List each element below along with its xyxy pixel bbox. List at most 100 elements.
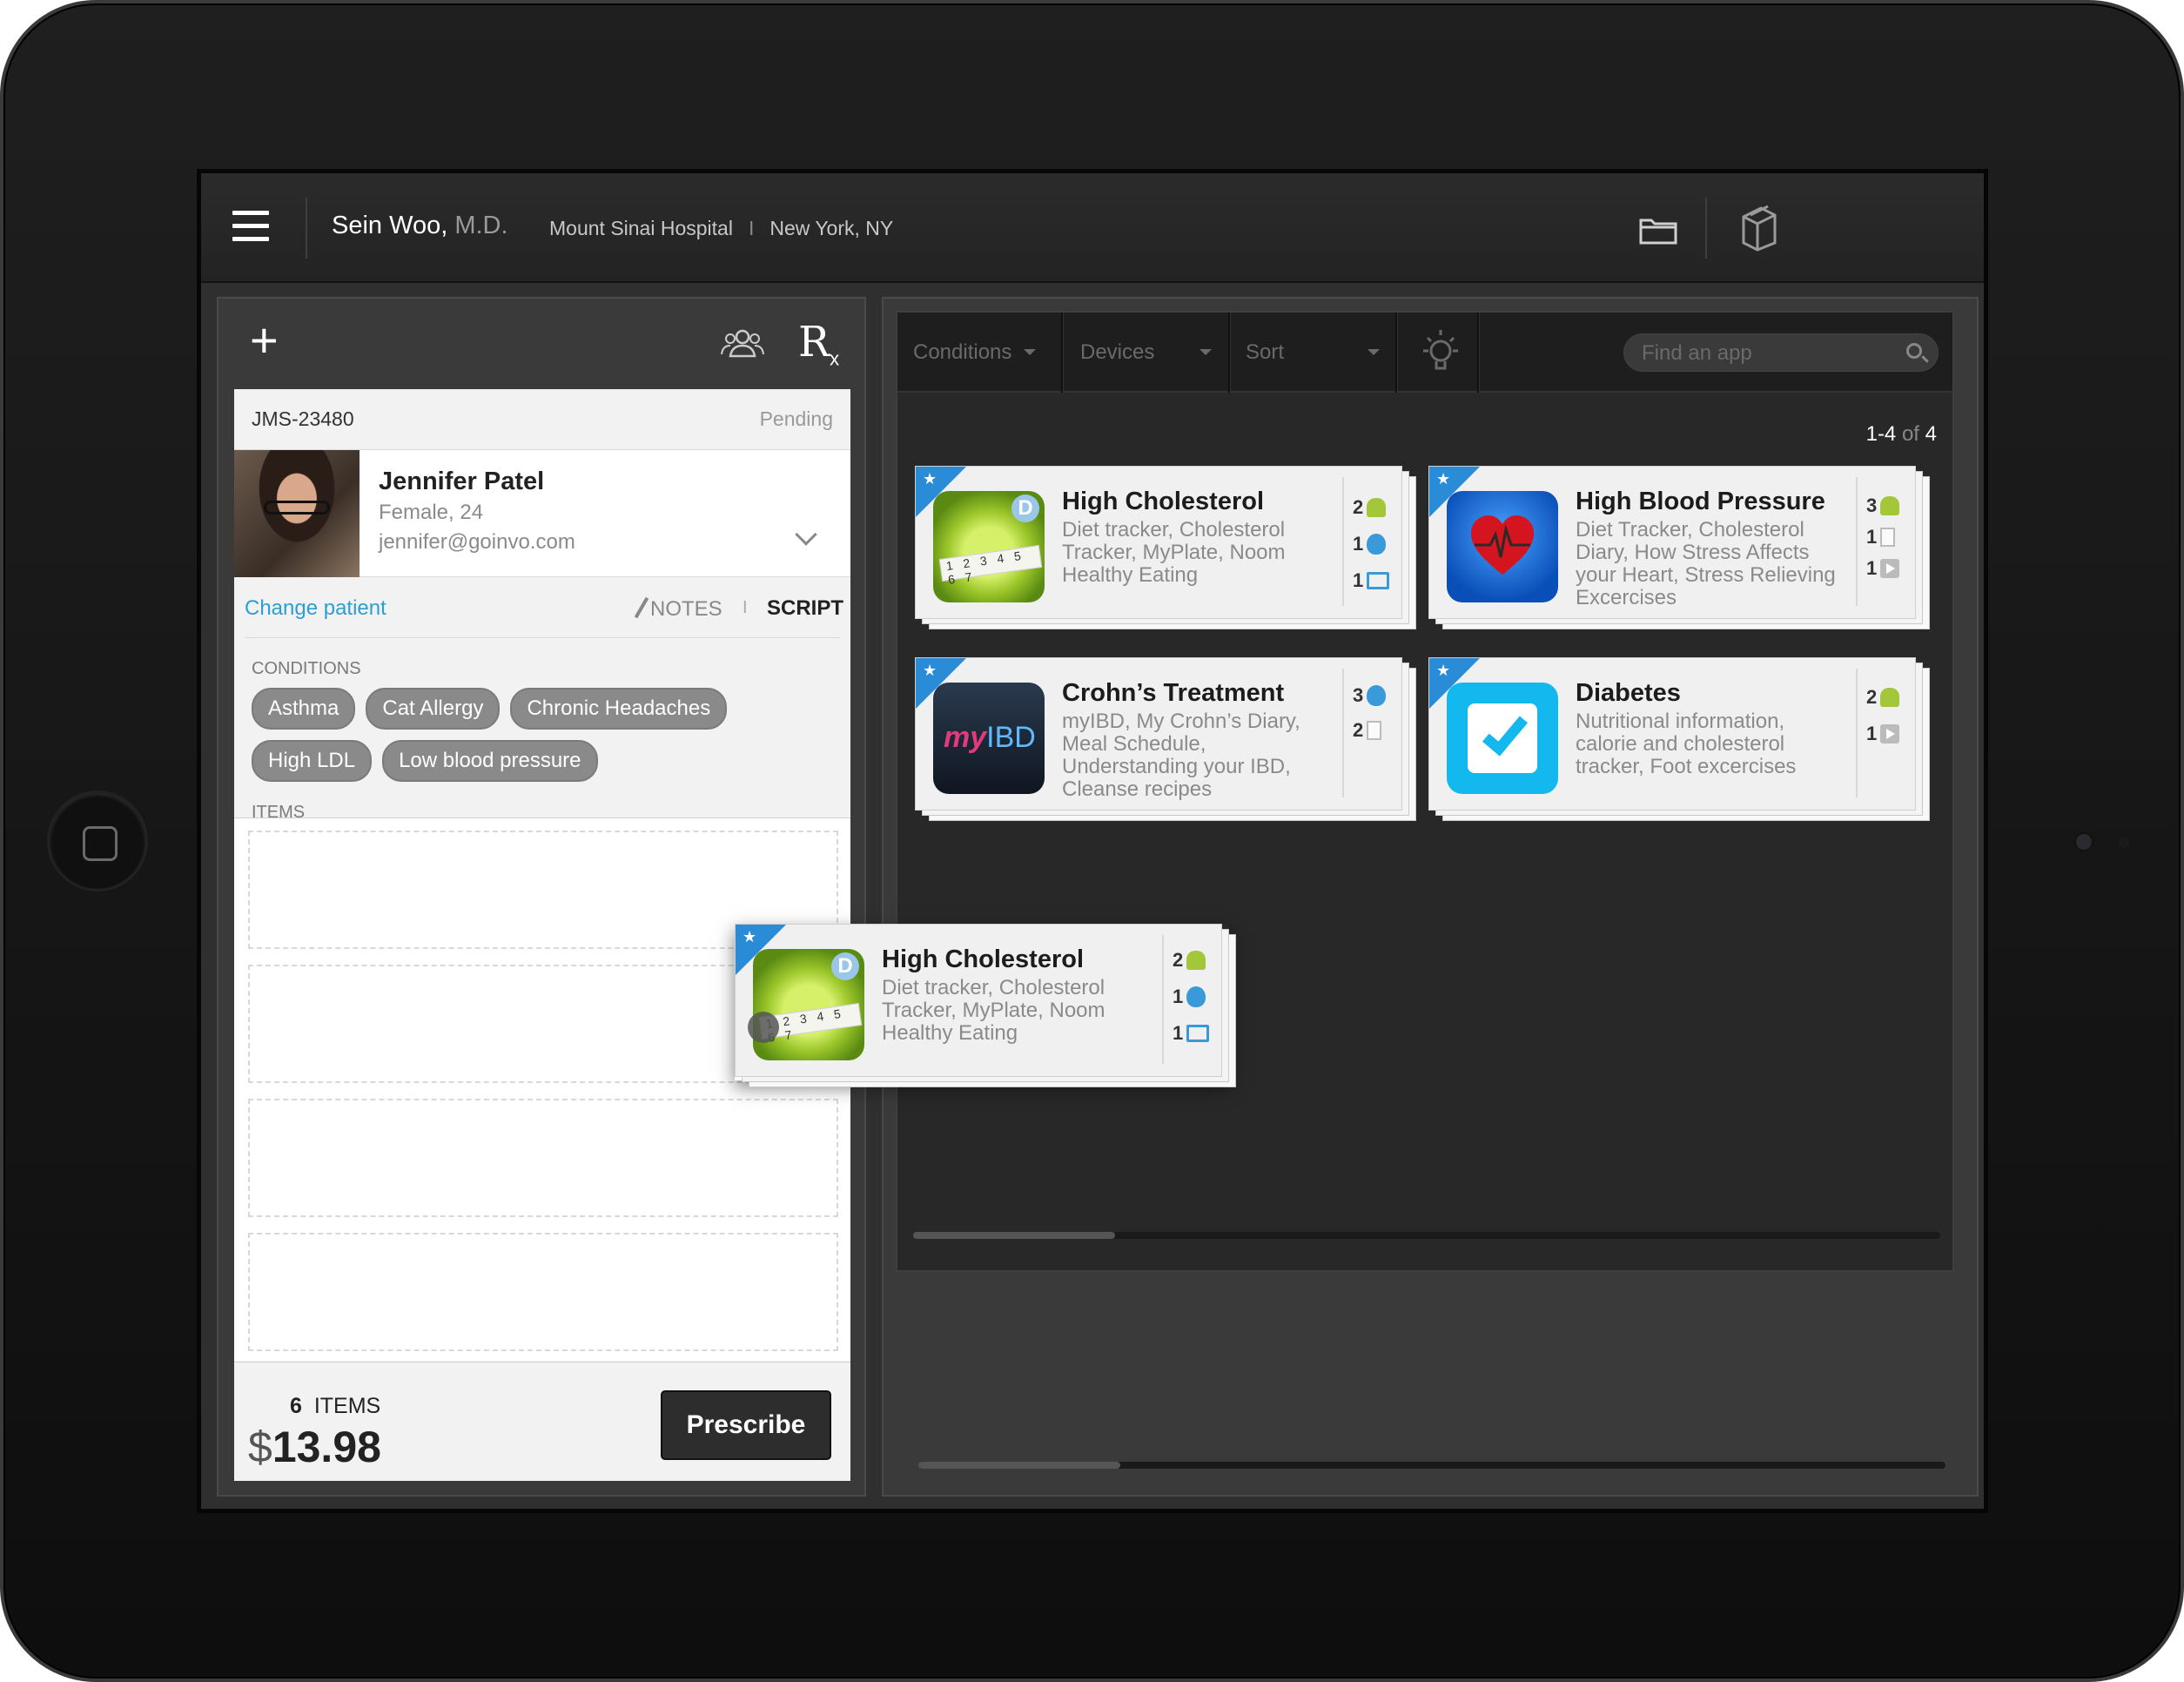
lightbulb-icon[interactable] <box>1416 326 1465 383</box>
patient-actions: Change patient NOTES I SCRIPT <box>245 577 843 638</box>
sensor <box>2119 838 2129 848</box>
app-title: High Cholesterol <box>1062 488 1265 515</box>
platform-count: 2 <box>1173 949 1206 972</box>
app-description: Diet tracker, Cholesterol Tracker, MyPla… <box>882 976 1105 1045</box>
platform-count: 1 <box>1173 986 1206 1008</box>
video-icon <box>1880 724 1900 743</box>
android-icon <box>1186 951 1206 970</box>
platform-count: 1 <box>1866 723 1900 745</box>
conditions-list: Asthma Cat Allergy Chronic Headaches Hig… <box>234 679 850 782</box>
panel-scrollbar[interactable] <box>918 1462 1945 1469</box>
doctor-name: Sein Woo, M.D. <box>332 212 508 239</box>
app-title: Crohn’s Treatment <box>1062 679 1285 707</box>
apple-icon <box>1367 534 1387 555</box>
dragged-app-card[interactable]: ★ 1 2 3 4 5 6 7D High Cholesterol Diet t… <box>735 924 1236 1087</box>
divider <box>1061 313 1063 393</box>
app-card-crohns-treatment[interactable]: ★ myIBD Crohn’s Treatment myIBD, My Croh… <box>915 657 1416 821</box>
android-icon <box>1880 496 1900 515</box>
devices-dropdown[interactable]: Devices <box>1080 340 1213 365</box>
tablet-icon <box>1367 572 1390 589</box>
app-card-diabetes[interactable]: ★ Diabetes Nutritional information, calo… <box>1428 657 1930 821</box>
app-title: Diabetes <box>1576 679 1681 707</box>
condition-tag[interactable]: Low blood pressure <box>382 740 598 782</box>
platform-count: 3 <box>1353 684 1387 707</box>
condition-tag[interactable]: High LDL <box>252 740 373 782</box>
platform-count: 1 <box>1173 1022 1210 1045</box>
empty-item-slot[interactable] <box>248 1233 838 1351</box>
divider <box>1395 313 1397 393</box>
platform-count: 1 <box>1353 569 1390 592</box>
notes-tab[interactable]: NOTES <box>634 596 722 622</box>
caret-down-icon <box>1024 349 1037 355</box>
items-dropzone[interactable] <box>234 817 850 1361</box>
patient-avatar <box>234 450 360 577</box>
pencil-icon <box>634 596 649 619</box>
apple-icon <box>1367 685 1387 706</box>
document-icon <box>1367 721 1382 740</box>
app-description: Diet tracker, Cholesterol Tracker, MyPla… <box>1062 518 1286 587</box>
patient-card[interactable]: Jennifer Patel Female, 24 jennifer@goinv… <box>234 450 850 577</box>
conditions-label: CONDITIONS <box>252 659 361 678</box>
books-icon[interactable] <box>1738 205 1780 256</box>
platform-count: 3 <box>1866 495 1900 517</box>
item-count: 6 ITEMS <box>290 1394 381 1418</box>
total-price: $13.98 <box>248 1423 381 1471</box>
platform-count: 2 <box>1353 496 1387 519</box>
platform-count: 1 <box>1866 526 1896 548</box>
myibd-app-icon: myIBD <box>933 683 1045 794</box>
patient-email: jennifer@goinvo.com <box>379 530 575 554</box>
menu-icon[interactable] <box>232 211 269 242</box>
order-id: JMS-23480 <box>252 407 354 430</box>
condition-tag[interactable]: Chronic Headaches <box>510 688 728 730</box>
script-tab[interactable]: SCRIPT <box>767 596 843 621</box>
prescription-footer: 6 ITEMS $13.98 Prescribe <box>234 1362 850 1481</box>
document-icon <box>1880 528 1896 547</box>
home-button[interactable] <box>47 791 148 891</box>
divider <box>1228 313 1230 393</box>
android-icon <box>1367 498 1387 517</box>
app-screen: Sein Woo, M.D. Mount Sinai Hospital I New … <box>197 169 1988 1513</box>
app-description: myIBD, My Crohn’s Diary, Meal Schedule, … <box>1062 710 1300 801</box>
patients-icon[interactable] <box>720 328 765 362</box>
condition-tag[interactable]: Asthma <box>252 688 356 730</box>
patient-name: Jennifer Patel <box>379 468 545 495</box>
apple-diet-app-icon: 1 2 3 4 5 6 7D <box>753 949 864 1060</box>
tablet-icon <box>1186 1025 1210 1042</box>
prescribe-button[interactable]: Prescribe <box>661 1390 831 1460</box>
search-input[interactable]: Find an app <box>1623 333 1939 372</box>
empty-item-slot[interactable] <box>248 1099 838 1217</box>
tab-separator: I <box>743 598 748 617</box>
conditions-dropdown[interactable]: Conditions <box>913 340 1037 365</box>
caret-down-icon <box>1368 349 1381 355</box>
app-card-high-cholesterol[interactable]: ★ 1 2 3 4 5 6 7D High Cholesterol Diet t… <box>915 466 1416 629</box>
app-catalog-panel: Conditions Devices Sort Find an app 1-4 … <box>882 297 1979 1497</box>
top-bar: Sein Woo, M.D. Mount Sinai Hospital I New … <box>201 173 1984 283</box>
divider <box>1705 198 1707 259</box>
order-header: JMS-23480 Pending <box>234 389 850 450</box>
app-description: Diet Tracker, Cholesterol Diary, How Str… <box>1576 518 1836 609</box>
heart-app-icon <box>1447 491 1558 602</box>
platform-count: 2 <box>1866 686 1900 709</box>
patient-info: Female, 24 <box>379 501 484 524</box>
condition-tag[interactable]: Cat Allergy <box>366 688 501 730</box>
filter-bar: Conditions Devices Sort Find an app <box>897 313 1952 393</box>
add-icon[interactable]: + <box>250 316 279 365</box>
order-status: Pending <box>759 407 833 430</box>
divider <box>306 198 307 259</box>
prescription-panel: + Rx JMS-23480 Pending Jennifer Patel Fe… <box>217 297 866 1497</box>
video-icon <box>1880 559 1900 578</box>
app-title: High Blood Pressure <box>1576 488 1825 515</box>
platform-count: 1 <box>1353 533 1387 555</box>
checkmark-app-icon <box>1447 683 1558 794</box>
sort-dropdown[interactable]: Sort <box>1246 340 1381 365</box>
catalog-scrollbar[interactable] <box>913 1232 1940 1239</box>
rx-icon[interactable]: Rx <box>798 318 839 371</box>
result-range: 1-4 of 4 <box>1865 422 1937 446</box>
app-card-high-blood-pressure[interactable]: ★ High Blood Pressure Diet Tracker, Chol… <box>1428 466 1930 629</box>
change-patient-link[interactable]: Change patient <box>245 596 386 621</box>
folder-icon[interactable] <box>1637 212 1679 251</box>
search-icon[interactable] <box>1906 343 1922 359</box>
chevron-down-icon[interactable] <box>795 523 817 546</box>
hospital-location: Mount Sinai Hospital I New York, NY <box>549 217 894 239</box>
platform-count: 2 <box>1353 719 1382 742</box>
